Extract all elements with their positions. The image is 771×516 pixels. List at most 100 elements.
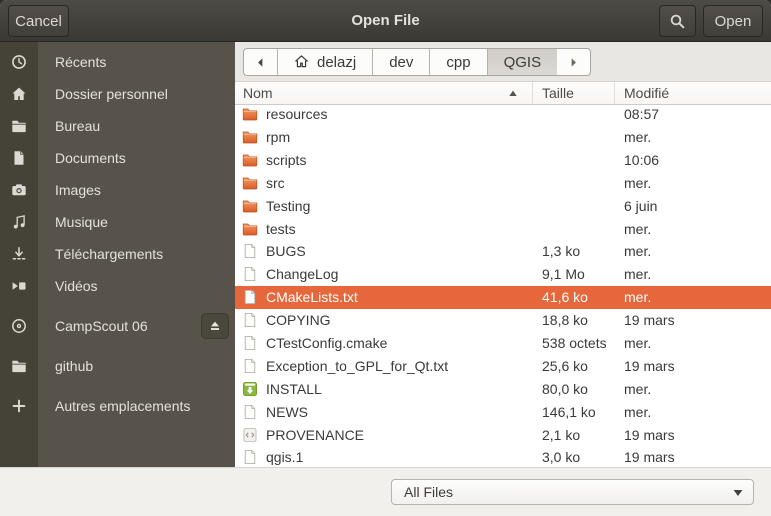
file-name-cell: INSTALL [235, 381, 533, 397]
folder-icon [0, 358, 38, 374]
table-row[interactable]: qgis.13,0 ko19 mars [235, 446, 771, 467]
text-file-icon [242, 266, 258, 282]
sidebar-list: RécentsDossier personnelBureau Documents I… [0, 46, 235, 422]
breadcrumb: delazjdevcpp QGIS [243, 48, 591, 76]
text-file-icon [242, 404, 258, 420]
file-modified: mer. [615, 129, 771, 145]
file-name: INSTALL [266, 381, 322, 397]
file-modified: 19 mars [615, 449, 771, 465]
column-header-name[interactable]: Nom [235, 82, 533, 104]
table-row[interactable]: Testing 6 juin [235, 194, 771, 217]
table-row[interactable]: resources08:57 [235, 105, 771, 126]
file-modified: mer. [615, 381, 771, 397]
file-list-body: resources08:57rpmmer.scripts10:06srcmer.… [235, 105, 771, 467]
sidebar-item-dossier-personnel[interactable]: Dossier personnel [0, 78, 235, 110]
eject-button[interactable] [201, 313, 229, 339]
sidebar-item-github[interactable]: github [0, 350, 235, 382]
file-size: 41,6 ko [533, 289, 615, 305]
disc-icon [0, 318, 38, 334]
file-name: Testing [266, 198, 310, 214]
sidebar-item-label: Vidéos [38, 278, 235, 294]
sidebar-item-videos[interactable]: Vidéos [0, 270, 235, 302]
chevron-left-icon [253, 55, 268, 70]
folder-orange-icon [242, 152, 258, 168]
table-row[interactable]: scripts10:06 [235, 148, 771, 171]
path-back-button[interactable] [244, 49, 278, 75]
search-button[interactable] [659, 5, 696, 37]
magnifier-icon [669, 13, 686, 30]
file-name-cell: Testing [235, 198, 533, 214]
script-file-icon [242, 427, 258, 443]
path-segment-qgis[interactable]: QGIS [488, 49, 558, 75]
file-size: 9,1 Mo [533, 266, 615, 282]
table-row[interactable]: testsmer. [235, 217, 771, 240]
table-row[interactable]: ChangeLog 9,1 Momer. [235, 263, 771, 286]
table-row[interactable]: CTestConfig.cmake538 octetsmer. [235, 332, 771, 355]
table-row[interactable]: INSTALL80,0 komer. [235, 377, 771, 400]
sidebar-item-autres-emplacements[interactable]: Autres emplacements [0, 390, 235, 422]
sidebar-item-recents[interactable]: Récents [0, 46, 235, 78]
table-row[interactable]: BUGS1,3 komer. [235, 240, 771, 263]
open-file-dialog: Open File Cancel Open RécentsDossier per… [0, 0, 771, 516]
sidebar-item-bureau[interactable]: Bureau [0, 110, 235, 142]
sidebar-item-images[interactable]: Images [0, 174, 235, 206]
places-sidebar: RécentsDossier personnelBureau Documents I… [0, 42, 235, 467]
file-size: 2,1 ko [533, 427, 615, 443]
file-name-cell: NEWS [235, 404, 533, 420]
folder-orange-icon [242, 106, 258, 122]
file-name: qgis.1 [266, 449, 303, 465]
document-icon [0, 150, 38, 166]
table-row[interactable]: CMakeLists.txt41,6 komer. [235, 286, 771, 309]
file-size: 538 octets [533, 335, 615, 351]
file-name: ChangeLog [266, 266, 338, 282]
folder-icon [0, 118, 38, 134]
table-row[interactable]: rpmmer. [235, 126, 771, 149]
open-button[interactable]: Open [703, 5, 763, 37]
cancel-button[interactable]: Cancel [8, 5, 69, 37]
file-name: CMakeLists.txt [266, 289, 358, 305]
chevron-right-icon [566, 55, 581, 70]
titlebar: Open File Cancel Open [0, 0, 771, 42]
folder-orange-icon [242, 175, 258, 191]
path-segment-dev[interactable]: dev [373, 49, 430, 75]
column-label: Taille [542, 85, 574, 101]
file-modified: mer. [615, 243, 771, 259]
sidebar-item-label: github [38, 358, 235, 374]
file-filter-combobox[interactable]: All Files [391, 479, 754, 505]
file-name: Exception_to_GPL_for_Qt.txt [266, 358, 448, 374]
file-modified: 19 mars [615, 312, 771, 328]
list-column-headers: Nom Taille Modifié [235, 82, 771, 105]
path-forward-button[interactable] [557, 49, 590, 75]
file-name-cell: src [235, 175, 533, 191]
table-row[interactable]: PROVENANCE2,1 ko19 mars [235, 423, 771, 446]
table-row[interactable]: Exception_to_GPL_for_Qt.txt25,6 ko19 mar… [235, 354, 771, 377]
camera-icon [0, 182, 38, 198]
folder-orange-icon [242, 129, 258, 145]
text-file-icon [242, 449, 258, 465]
path-segment-cpp[interactable]: cpp [430, 49, 487, 75]
sidebar-item-documents[interactable]: Documents [0, 142, 235, 174]
column-header-modified[interactable]: Modifié [615, 82, 771, 104]
column-header-size[interactable]: Taille [533, 82, 615, 104]
path-segment-label: QGIS [504, 54, 542, 71]
file-name-cell: tests [235, 221, 533, 237]
sidebar-item-telechargements[interactable]: Téléchargements [0, 238, 235, 270]
table-row[interactable]: srcmer. [235, 171, 771, 194]
file-modified: 08:57 [615, 106, 771, 122]
sidebar-item-campscout-06[interactable]: CampScout 06 [0, 310, 235, 342]
folder-orange-icon [242, 221, 258, 237]
path-segment-delazj[interactable]: delazj [278, 49, 373, 75]
file-size: 1,3 ko [533, 243, 615, 259]
table-row[interactable]: COPYING18,8 ko19 mars [235, 309, 771, 332]
path-bar: delazjdevcpp QGIS [235, 42, 771, 82]
plus-icon [0, 398, 38, 414]
file-size: 18,8 ko [533, 312, 615, 328]
sort-ascending-icon [508, 89, 518, 98]
table-row[interactable]: NEWS146,1 komer. [235, 400, 771, 423]
file-modified: 6 juin [615, 198, 771, 214]
sidebar-item-label: Téléchargements [38, 246, 235, 262]
sidebar-item-label: Documents [38, 150, 235, 166]
file-modified: mer. [615, 266, 771, 282]
sidebar-item-musique[interactable]: Musique [0, 206, 235, 238]
text-file-icon [242, 312, 258, 328]
